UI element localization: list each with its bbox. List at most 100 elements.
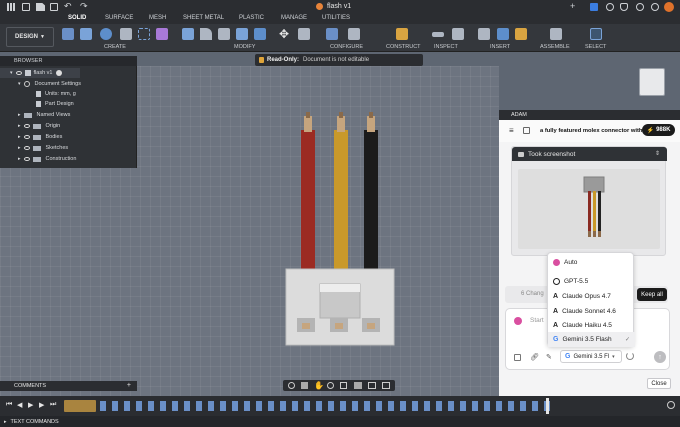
chevron-right-icon[interactable]: ▸ [18, 123, 21, 129]
fillet-icon[interactable] [200, 28, 212, 40]
text-commands-bar[interactable]: ▸ TEXT COMMANDS [0, 416, 680, 427]
timeline-sketch-features[interactable] [64, 400, 96, 412]
tab-surface[interactable]: SURFACE [105, 15, 133, 21]
expand-input-icon[interactable] [514, 354, 521, 361]
timeline-settings-icon[interactable] [667, 401, 675, 409]
group-create[interactable]: CREATE [104, 44, 126, 50]
step-forward-icon[interactable]: ▶ [39, 401, 44, 409]
zoom-icon[interactable] [327, 382, 334, 389]
model-option-claude-opus[interactable]: A Claude Opus 4.7 [548, 289, 635, 304]
browser-root[interactable]: ▾ flash v1 [0, 68, 80, 78]
pattern-icon[interactable] [138, 28, 150, 40]
plane-icon[interactable] [396, 28, 408, 40]
extrude-icon[interactable] [80, 28, 92, 40]
record-icon[interactable] [56, 70, 63, 76]
file-menu-icon[interactable] [36, 3, 45, 11]
new-tab-icon[interactable]: + [570, 1, 575, 11]
eye-icon[interactable] [23, 146, 30, 150]
help-icon[interactable] [651, 3, 659, 11]
group-select[interactable]: SELECT [585, 44, 606, 50]
press-pull-icon[interactable] [182, 28, 194, 40]
model-option-claude-haiku[interactable]: A Claude Haiku 4.5 [548, 318, 635, 333]
browser-item-named-views[interactable]: ▸ Named Views [0, 110, 70, 120]
group-modify[interactable]: MODIFY [234, 44, 255, 50]
browser-item-units[interactable]: Units: mm, g [0, 89, 76, 99]
look-at-icon[interactable] [301, 382, 308, 389]
model-option-claude-sonnet[interactable]: A Claude Sonnet 4.6 [548, 304, 635, 319]
model-option-gpt[interactable]: GPT-5.5 [548, 274, 635, 289]
step-back-icon[interactable]: ◀ [17, 401, 22, 409]
go-to-end-icon[interactable]: ⏭ [50, 401, 56, 409]
avatar[interactable] [664, 2, 674, 12]
add-comment-icon[interactable]: + [127, 382, 131, 389]
group-assemble[interactable]: ASSEMBLE [540, 44, 570, 50]
attach-icon[interactable]: 🔗︎ [530, 353, 539, 361]
box-icon[interactable] [120, 28, 132, 40]
cloud-icon[interactable] [606, 3, 614, 11]
parameters-icon[interactable] [326, 28, 338, 40]
display-settings-icon[interactable] [354, 382, 362, 389]
pan-icon[interactable]: ✋ [314, 381, 324, 390]
group-insert[interactable]: INSERT [490, 44, 510, 50]
chamfer-icon[interactable] [218, 28, 230, 40]
view-cube[interactable] [639, 68, 665, 96]
data-panel-icon[interactable] [22, 3, 30, 11]
keep-all-button[interactable]: Keep all [637, 288, 667, 301]
group-construct[interactable]: CONSTRUCT [386, 44, 421, 50]
chevron-down-icon[interactable]: ▾ [18, 81, 21, 87]
grid-icon[interactable] [368, 382, 376, 389]
revolve-icon[interactable] [100, 28, 112, 40]
chevron-right-icon[interactable]: ▸ [18, 134, 21, 140]
go-to-start-icon[interactable]: ⏮ [6, 401, 12, 409]
new-component-icon[interactable] [62, 28, 74, 40]
browser-item-construction[interactable]: ▸ Construction [0, 154, 76, 164]
notifications-icon[interactable] [620, 3, 628, 11]
select-icon[interactable] [590, 28, 602, 40]
clock-icon[interactable] [636, 3, 644, 11]
browser-item-origin[interactable]: ▸ Origin [0, 121, 60, 131]
menu-icon[interactable]: ≡ [509, 126, 514, 135]
comments-bar[interactable]: COMMENTS + [0, 381, 137, 391]
model-selector[interactable]: G Gemini 3.5 Fl ▾ [560, 350, 622, 363]
tab-plastic[interactable]: PLASTIC [239, 15, 264, 21]
pencil-icon[interactable]: ✎ [546, 353, 552, 361]
configure-icon[interactable] [348, 28, 360, 40]
eye-icon[interactable] [23, 157, 30, 161]
timeline-track[interactable] [64, 401, 550, 411]
save-icon[interactable] [50, 3, 58, 11]
fit-icon[interactable] [340, 382, 347, 389]
app-grid-icon[interactable] [7, 3, 15, 11]
eye-icon[interactable] [15, 71, 22, 75]
tab-mesh[interactable]: MESH [149, 15, 166, 21]
insert-derive-icon[interactable] [478, 28, 490, 40]
model-option-gemini[interactable]: G Gemini 3.5 Flash ✓ [548, 332, 635, 347]
combine-icon[interactable] [254, 28, 266, 40]
extensions-icon[interactable] [590, 3, 598, 11]
group-inspect[interactable]: INSPECT [434, 44, 458, 50]
eye-icon[interactable] [23, 135, 30, 139]
panel-toggle-icon[interactable] [523, 127, 530, 134]
browser-item-bodies[interactable]: ▸ Bodies [0, 132, 62, 142]
play-icon[interactable]: ▶ [28, 401, 33, 409]
chevron-right-icon[interactable]: ▸ [18, 156, 21, 162]
expand-icon[interactable]: ⇕ [655, 150, 660, 157]
undo-icon[interactable]: ↶ [64, 1, 72, 12]
tab-utilities[interactable]: UTILITIES [322, 15, 350, 21]
insert-image-icon[interactable] [497, 28, 509, 40]
chat-input-placeholder[interactable]: Start [530, 317, 544, 324]
browser-item-sketches[interactable]: ▸ Sketches [0, 143, 68, 153]
credits-badge[interactable]: ⚡ 988K [642, 124, 675, 136]
insert-folder-icon[interactable] [515, 28, 527, 40]
browser-item-document-settings[interactable]: ▾ Document Settings [0, 79, 81, 89]
orbit-icon[interactable] [288, 382, 295, 389]
send-button[interactable]: ↑ [654, 351, 666, 363]
tab-solid[interactable]: SOLID [68, 15, 86, 21]
redo-icon[interactable]: ↷ [80, 1, 88, 12]
workspace-switcher[interactable]: DESIGN ▼ [6, 27, 54, 47]
timeline-marker[interactable] [546, 398, 549, 414]
model-option-auto[interactable]: Auto [548, 255, 635, 270]
browser-item-part-design[interactable]: Part Design [0, 99, 74, 109]
viewports-icon[interactable] [382, 382, 390, 389]
tab-sheet-metal[interactable]: SHEET METAL [183, 15, 224, 21]
close-button[interactable]: Close [647, 378, 671, 389]
